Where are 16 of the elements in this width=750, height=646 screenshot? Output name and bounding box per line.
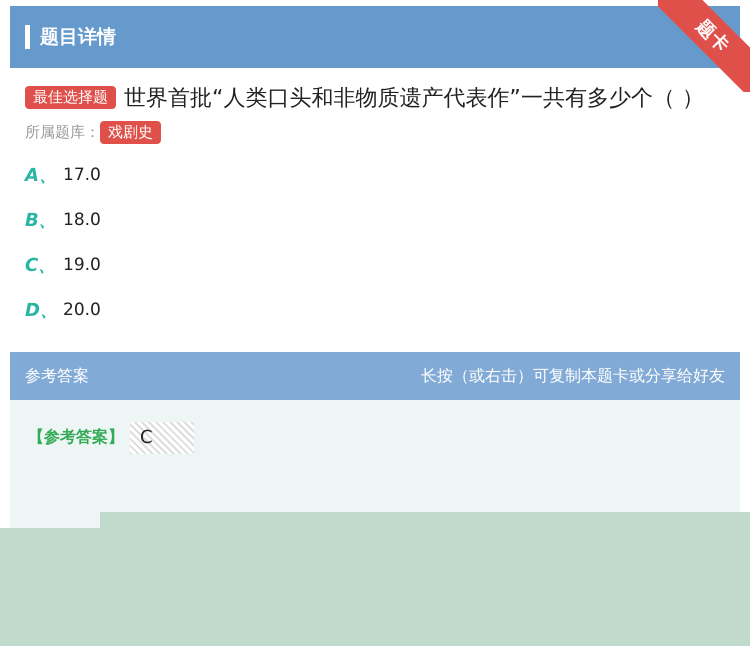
question-type-tag: 最佳选择题	[25, 86, 116, 109]
answer-value: C	[130, 422, 194, 454]
answer-bar-title: 参考答案	[25, 366, 89, 386]
bank-label: 所属题库：	[25, 123, 100, 142]
option-text: 20.0	[63, 300, 101, 320]
option-letter: D、	[25, 299, 59, 322]
page-title: 题目详情	[25, 25, 116, 49]
option-text: 17.0	[63, 165, 101, 185]
answer-label: 【参考答案】	[28, 426, 124, 448]
option-text: 19.0	[63, 255, 101, 275]
option-letter: B、	[25, 209, 58, 232]
option-text: 18.0	[63, 210, 101, 230]
option-letter: A、	[25, 164, 58, 187]
share-hint: 长按（或右击）可复制本题卡或分享给好友	[421, 366, 725, 386]
option-letter: C、	[25, 254, 58, 277]
bank-tag: 戏剧史	[100, 121, 161, 144]
